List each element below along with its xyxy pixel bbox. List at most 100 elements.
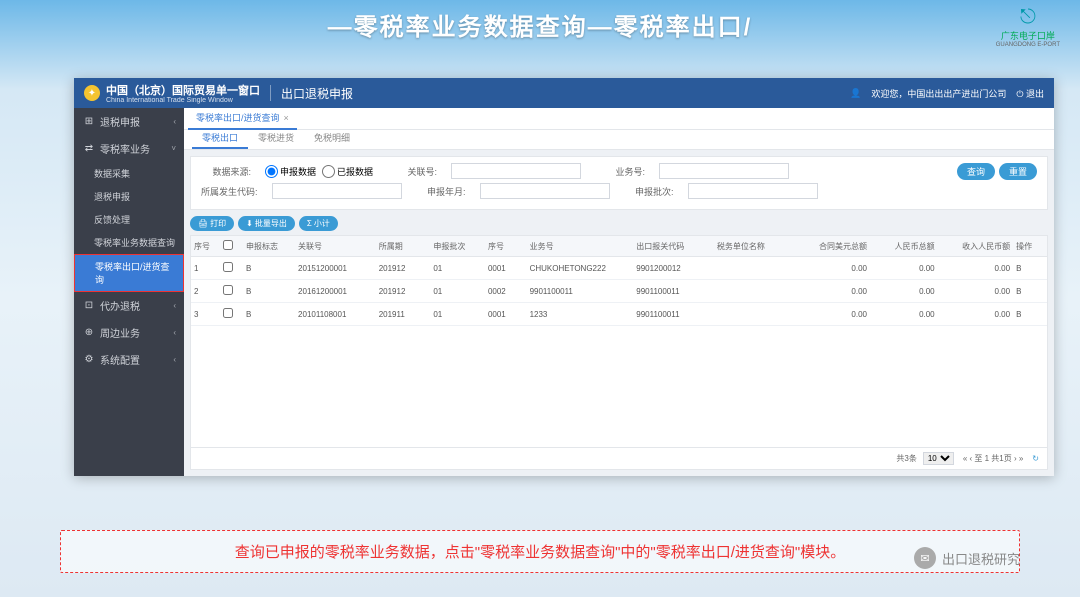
th: 关联号 [295, 236, 376, 257]
table-cell: 9901200012 [633, 257, 714, 280]
table-cell: 01 [430, 280, 485, 303]
sub-refund-declare[interactable]: 退税申报 [74, 185, 184, 208]
export-button[interactable]: ⬇ 批量导出 [238, 216, 295, 231]
table-row[interactable]: 1B20151200001201912010001CHUKOHETONG2229… [191, 257, 1047, 280]
table-row[interactable]: 3B20101108001201911010001123399011000110… [191, 303, 1047, 326]
th: 申报标志 [243, 236, 295, 257]
tab-label: 零税率出口/进货查询 [196, 111, 280, 124]
gear-icon: ⚙ [82, 354, 96, 365]
user-icon: 👤 [850, 88, 861, 99]
table-cell: 0002 [485, 280, 527, 303]
radio-label: 已报数据 [337, 165, 373, 178]
page-size-select[interactable]: 10 [923, 452, 954, 465]
banner-title: —零税率业务数据查询—零税率出口/ [20, 7, 1060, 42]
table-row[interactable]: 2B20161200001201912010002990110001199011… [191, 280, 1047, 303]
gd-logo-icon: ⎋ [996, 6, 1060, 29]
row-checkbox[interactable] [223, 308, 233, 318]
table-cell: 20151200001 [295, 257, 376, 280]
inner-tab-detail[interactable]: 免税明细 [304, 128, 360, 149]
table-cell: 01 [430, 303, 485, 326]
header-logo-icon: ✦ [84, 85, 100, 101]
refresh-icon[interactable]: ↻ [1032, 454, 1039, 463]
label-kind: 关联号: [387, 165, 437, 178]
th-checkbox [220, 236, 243, 257]
table-cell: 3 [191, 303, 220, 326]
app-header: ✦ 中国（北京）国际贸易单一窗口 China International Tra… [74, 78, 1054, 108]
gd-eport-logo: ⎋ 广东电子口岸 GUANGDONG E-PORT [996, 6, 1060, 48]
gd-brand-en: GUANGDONG E-PORT [996, 42, 1060, 48]
subtotal-button[interactable]: Σ 小计 [299, 216, 338, 231]
label-period: 所属发生代码: [201, 185, 258, 198]
table-cell: 9901100011 [527, 280, 634, 303]
th: 序号 [485, 236, 527, 257]
radio-label: 申报数据 [280, 165, 316, 178]
inner-tabs: 零税出口 零税进货 免税明细 [184, 130, 1054, 150]
table-cell: 0.00 [938, 303, 1013, 326]
logout-link[interactable]: ⏻ 退出 [1016, 87, 1044, 100]
nav-label: 代办退税 [100, 298, 173, 313]
select-all-checkbox[interactable] [223, 240, 233, 250]
table-cell: 9901100011 [633, 280, 714, 303]
gd-brand-text: 广东电子口岸 [1001, 31, 1055, 41]
input-company[interactable] [480, 183, 610, 199]
table-cell: CHUKOHETONG222 [527, 257, 634, 280]
filter-panel: 数据来源: 申报数据 已报数据 关联号: 业务号: 所属发生代码: 申报年月: … [190, 156, 1048, 210]
search-button[interactable]: 查询 [957, 163, 995, 180]
radio-declared[interactable] [265, 165, 278, 178]
sub-zero-export-query[interactable]: 零税率出口/进货查询 [74, 254, 184, 292]
row-checkbox[interactable] [223, 262, 233, 272]
pagination-nav[interactable]: « ‹ 至 1 共1页 › » [960, 453, 1026, 464]
print-button[interactable]: 🖨 打印 [190, 216, 234, 231]
chevron-left-icon: ‹ [173, 328, 176, 337]
label-company: 申报年月: [416, 185, 466, 198]
nav-system[interactable]: ⚙ 系统配置 ‹ [74, 346, 184, 373]
welcome-text: 欢迎您，中国出出出产进出门公司 [871, 87, 1006, 100]
th: 收入人民币额 [938, 236, 1013, 257]
table-header-row: 序号 申报标志 关联号 所属期 申报批次 序号 业务号 出口报关代码 税务单位名… [191, 236, 1047, 257]
nav-tax-refund[interactable]: ⊞ 退税申报 ‹ [74, 108, 184, 135]
input-seq[interactable] [659, 163, 789, 179]
radio-undeclared[interactable] [322, 165, 335, 178]
inner-tab-export[interactable]: 零税出口 [192, 128, 248, 149]
instruction-note: 查询已申报的零税率业务数据，点击"零税率业务数据查询"中的"零税率出口/进货查询… [60, 530, 1020, 573]
row-checkbox[interactable] [223, 285, 233, 295]
pagination: 共3条 10 « ‹ 至 1 共1页 › » ↻ [190, 448, 1048, 470]
th: 人民币总额 [870, 236, 938, 257]
nav-peripheral[interactable]: ⊕ 周边业务 ‹ [74, 319, 184, 346]
table-cell: 01 [430, 257, 485, 280]
sub-feedback[interactable]: 反馈处理 [74, 208, 184, 231]
inner-tab-import[interactable]: 零税进货 [248, 128, 304, 149]
total-count: 共3条 [896, 453, 916, 464]
sub-zero-data-query[interactable]: 零税率业务数据查询 [74, 231, 184, 254]
nav-zero-rate[interactable]: ⇄ 零税率业务 ˅ [74, 135, 184, 162]
input-status[interactable] [688, 183, 818, 199]
table-cell: B [1013, 257, 1047, 280]
table-cell: B [1013, 303, 1047, 326]
input-period[interactable] [272, 183, 402, 199]
tab-zero-export-query[interactable]: 零税率出口/进货查询 × [188, 107, 297, 130]
th: 申报批次 [430, 236, 485, 257]
th: 操作 [1013, 236, 1047, 257]
table-cell: 201911 [376, 303, 431, 326]
th: 合同美元总额 [795, 236, 870, 257]
table-cell: 201912 [376, 257, 431, 280]
table-cell: 20161200001 [295, 280, 376, 303]
table-cell: 0.00 [938, 280, 1013, 303]
nav-agency[interactable]: ⊡ 代办退税 ‹ [74, 292, 184, 319]
wechat-name: 出口退税研究 [942, 549, 1020, 568]
table-cell [220, 257, 243, 280]
table-cell: B [243, 280, 295, 303]
input-kind[interactable] [451, 163, 581, 179]
sub-data-collect[interactable]: 数据采集 [74, 162, 184, 185]
label-seq: 业务号: [595, 165, 645, 178]
table-cell [220, 280, 243, 303]
label-status: 申报批次: [624, 185, 674, 198]
nav-label: 退税申报 [100, 114, 173, 129]
tab-bar: 零税率出口/进货查询 × [184, 108, 1054, 130]
nav-label: 零税率业务 [100, 141, 171, 156]
th: 税务单位名称 [714, 236, 795, 257]
wechat-watermark: ✉ 出口退税研究 [914, 547, 1020, 569]
table-cell: 0001 [485, 303, 527, 326]
tab-close-icon[interactable]: × [284, 113, 289, 123]
reset-button[interactable]: 重置 [999, 163, 1037, 180]
